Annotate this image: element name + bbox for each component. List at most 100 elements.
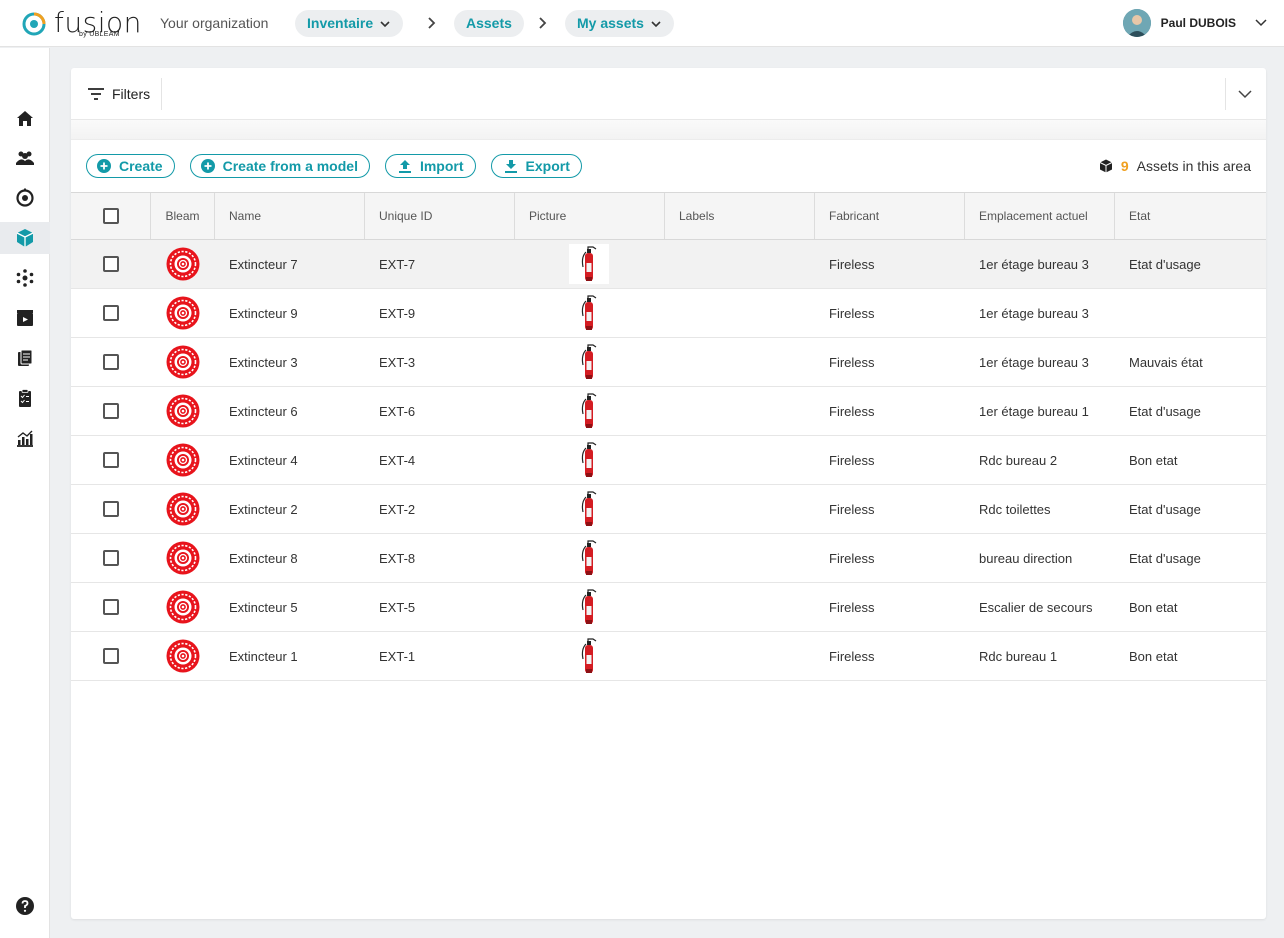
extinguisher-picture[interactable] [569, 538, 609, 578]
picture-cell [515, 632, 665, 680]
create-label: Create [119, 158, 163, 174]
row-checkbox[interactable] [103, 305, 119, 321]
sidebar-item-assets[interactable] [0, 222, 50, 254]
select-cell [71, 240, 151, 288]
select-all-checkbox[interactable] [102, 208, 119, 224]
row-checkbox[interactable] [103, 403, 119, 419]
etat-cell: Bon etat [1129, 452, 1178, 468]
etat-cell: Etat d'usage [1129, 403, 1201, 419]
fire-extinguisher-icon [581, 491, 597, 526]
sidebar-item-checklist[interactable] [0, 382, 50, 414]
bleam-cell [151, 387, 215, 435]
sidebar [0, 48, 50, 938]
picture-cell [515, 534, 665, 582]
etat-cell: Etat d'usage [1129, 501, 1201, 517]
row-checkbox[interactable] [103, 452, 119, 468]
table-row[interactable]: Extincteur 2 EXT-2 Fireless Rdc toilette… [71, 485, 1266, 534]
etat-cell: Bon etat [1129, 599, 1178, 615]
organization-label[interactable]: Your organization [160, 15, 268, 31]
sidebar-item-analytics[interactable] [0, 422, 50, 454]
extinguisher-picture[interactable] [569, 489, 609, 529]
etat-cell: Bon etat [1129, 648, 1178, 664]
extinguisher-picture[interactable] [569, 587, 609, 627]
labels-cell [665, 289, 815, 337]
fire-extinguisher-icon [581, 295, 597, 330]
assets-panel: Filters Create Create from a model Impor… [71, 68, 1266, 919]
row-checkbox[interactable] [103, 599, 119, 615]
name-cell: Extincteur 3 [229, 354, 298, 370]
unique-id-cell: EXT-3 [379, 354, 416, 370]
extinguisher-picture[interactable] [569, 342, 609, 382]
extinguisher-picture[interactable] [569, 636, 609, 676]
select-cell [71, 534, 151, 582]
column-header-bleam[interactable]: Bleam [151, 193, 215, 239]
row-checkbox[interactable] [103, 256, 119, 272]
row-checkbox[interactable] [103, 550, 119, 566]
breadcrumb-inventaire[interactable]: Inventaire [295, 10, 404, 37]
breadcrumb-my-assets[interactable]: My assets [565, 10, 674, 37]
sidebar-item-home[interactable] [0, 103, 50, 135]
import-button[interactable]: Import [384, 154, 476, 178]
create-from-model-button[interactable]: Create from a model [189, 154, 370, 178]
column-header-picture[interactable]: Picture [515, 193, 665, 239]
filters-button[interactable]: Filters [88, 86, 150, 102]
row-checkbox[interactable] [103, 501, 119, 517]
checklist-icon [19, 389, 31, 407]
sidebar-item-network[interactable] [0, 262, 50, 294]
bleam-icon [166, 443, 200, 477]
emplacement-cell: 1er étage bureau 3 [979, 256, 1089, 272]
help-icon[interactable] [15, 896, 35, 916]
select-cell [71, 387, 151, 435]
extinguisher-picture[interactable] [569, 391, 609, 431]
table-row[interactable]: Extincteur 1 EXT-1 Fireless Rdc bureau 1… [71, 632, 1266, 681]
column-header-fabricant[interactable]: Fabricant [815, 193, 965, 239]
export-button[interactable]: Export [490, 154, 582, 178]
table-row[interactable]: Extincteur 8 EXT-8 Fireless bureau direc… [71, 534, 1266, 583]
fabricant-cell: Fireless [829, 305, 875, 321]
sidebar-item-users[interactable] [0, 142, 50, 174]
sidebar-item-media[interactable] [0, 302, 50, 334]
fabricant-cell: Fireless [829, 256, 875, 272]
picture-cell [515, 485, 665, 533]
create-button[interactable]: Create [86, 154, 175, 178]
extinguisher-picture[interactable] [569, 293, 609, 333]
fire-extinguisher-icon [581, 442, 597, 477]
create-from-model-label: Create from a model [222, 158, 358, 174]
filters-label: Filters [112, 86, 151, 102]
table-row[interactable]: Extincteur 4 EXT-4 Fireless Rdc bureau 2… [71, 436, 1266, 485]
column-header-labels[interactable]: Labels [665, 193, 815, 239]
table-row[interactable]: Extincteur 5 EXT-5 Fireless Escalier de … [71, 583, 1266, 632]
table-row[interactable]: Extincteur 7 EXT-7 Fireless 1er étage bu… [71, 240, 1266, 289]
bleam-icon [166, 247, 200, 281]
row-checkbox[interactable] [103, 648, 119, 664]
extinguisher-picture[interactable] [569, 244, 609, 284]
user-menu[interactable]: Paul DUBOIS [1122, 9, 1268, 37]
table-row[interactable]: Extincteur 9 EXT-9 Fireless 1er étage bu… [71, 289, 1266, 338]
users-icon [16, 151, 34, 165]
extinguisher-picture[interactable] [569, 440, 609, 480]
bleam-cell [151, 632, 215, 680]
column-header-unique-id[interactable]: Unique ID [365, 193, 515, 239]
select-cell [71, 583, 151, 631]
breadcrumb-assets[interactable]: Assets [454, 10, 524, 37]
sidebar-item-target[interactable] [0, 182, 50, 214]
select-cell [71, 632, 151, 680]
row-checkbox[interactable] [103, 354, 119, 370]
emplacement-cell: Rdc toilettes [979, 501, 1051, 517]
column-header-etat[interactable]: Etat [1115, 193, 1266, 239]
column-header-name[interactable]: Name [215, 193, 365, 239]
avatar [1122, 9, 1151, 37]
chevron-down-icon [651, 20, 661, 27]
picture-cell [515, 289, 665, 337]
name-cell: Extincteur 4 [229, 452, 298, 468]
expand-filters-icon[interactable] [1237, 86, 1253, 102]
picture-cell [515, 387, 665, 435]
top-bar: fusion by UBLEAM Your organization Inven… [0, 0, 1284, 47]
table-row[interactable]: Extincteur 3 EXT-3 Fireless 1er étage bu… [71, 338, 1266, 387]
sidebar-item-documents[interactable] [0, 342, 50, 374]
column-header-emplacement[interactable]: Emplacement actuel [965, 193, 1115, 239]
table-row[interactable]: Extincteur 6 EXT-6 Fireless 1er étage bu… [71, 387, 1266, 436]
media-icon [17, 310, 33, 326]
unique-id-cell: EXT-6 [379, 403, 416, 419]
name-cell: Extincteur 5 [229, 599, 298, 615]
